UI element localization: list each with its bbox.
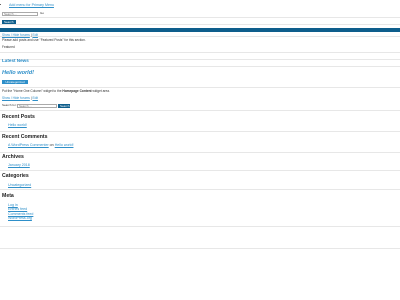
recent-post-link[interactable]: Hello world! xyxy=(8,123,27,127)
divider xyxy=(0,52,400,53)
widget-note-prefix: Put the "Home One Column" widget to the xyxy=(2,89,63,93)
divider xyxy=(0,248,400,249)
recent-posts-heading: Recent Posts xyxy=(2,114,35,120)
meta-login-link[interactable]: Log in xyxy=(8,203,18,207)
top-search-go[interactable]: Go xyxy=(40,11,44,16)
add-menu-link[interactable]: Add menu for Primary Menu xyxy=(9,3,54,7)
archive-link[interactable]: January 2018 xyxy=(8,163,30,167)
divider xyxy=(0,36,400,37)
archives-list: January 2018 xyxy=(2,163,30,167)
category-badge[interactable]: Uncategorized xyxy=(2,80,28,84)
featured-edit-link[interactable]: Edit xyxy=(32,33,38,37)
latest-news-heading: Latest News xyxy=(2,58,29,63)
divider xyxy=(0,189,400,190)
featured-label: Featured xyxy=(2,45,15,49)
divider xyxy=(0,66,400,67)
recent-posts-list: Hello world! xyxy=(2,123,27,127)
latest-show-hide-link[interactable]: Show / Hide forums xyxy=(2,96,30,100)
search-submit-button[interactable]: Search xyxy=(58,104,70,108)
search-input[interactable] xyxy=(17,104,57,108)
categories-list: Uncategorized xyxy=(2,183,31,187)
post-title-link[interactable]: Hello world! xyxy=(2,70,34,77)
featured-show-hide-link[interactable]: Show / Hide forums xyxy=(2,33,30,37)
top-search-button[interactable]: Search xyxy=(2,20,16,24)
featured-meta: Show / Hide forums | Edit xyxy=(2,33,38,37)
archives-heading: Archives xyxy=(2,154,24,160)
divider xyxy=(0,131,400,132)
top-search-input[interactable] xyxy=(2,12,38,16)
comment-post-link[interactable]: Hello world! xyxy=(55,143,74,147)
divider xyxy=(0,226,400,227)
meta-heading: Meta xyxy=(2,193,14,199)
divider xyxy=(0,59,400,60)
divider xyxy=(0,17,400,18)
divider xyxy=(0,152,400,153)
comment-author-link[interactable]: A WordPress Commenter xyxy=(8,143,49,147)
meta-list: Log in Entries feed Comments feed WordPr… xyxy=(2,203,33,221)
meta-comments-feed-link[interactable]: Comments feed xyxy=(8,212,33,216)
featured-instructions: Please add posts and use "Featured Posts… xyxy=(2,38,86,42)
latest-meta: Show / Hide forums | Edit xyxy=(2,96,38,100)
widget-note-suffix: widget area. xyxy=(91,89,110,93)
primary-menu: Add menu for Primary Menu xyxy=(3,3,54,7)
search-label: Search for: xyxy=(2,103,17,107)
latest-edit-link[interactable]: Edit xyxy=(32,96,38,100)
category-link[interactable]: Uncategorized xyxy=(8,183,31,187)
recent-comments-heading: Recent Comments xyxy=(2,134,48,140)
categories-heading: Categories xyxy=(2,173,29,179)
meta-wordpress-link[interactable]: WordPress.org xyxy=(8,216,32,220)
header-bar xyxy=(0,28,400,32)
divider xyxy=(0,87,400,88)
meta-entries-feed-link[interactable]: Entries feed xyxy=(8,207,27,211)
widget-note: Put the "Home One Column" widget to the … xyxy=(2,89,110,93)
recent-comments-list: A WordPress Commenter on Hello world! xyxy=(2,143,73,147)
divider xyxy=(0,24,400,25)
divider xyxy=(0,170,400,171)
divider xyxy=(0,110,400,111)
widget-note-bold: Homepage Content xyxy=(62,89,92,93)
